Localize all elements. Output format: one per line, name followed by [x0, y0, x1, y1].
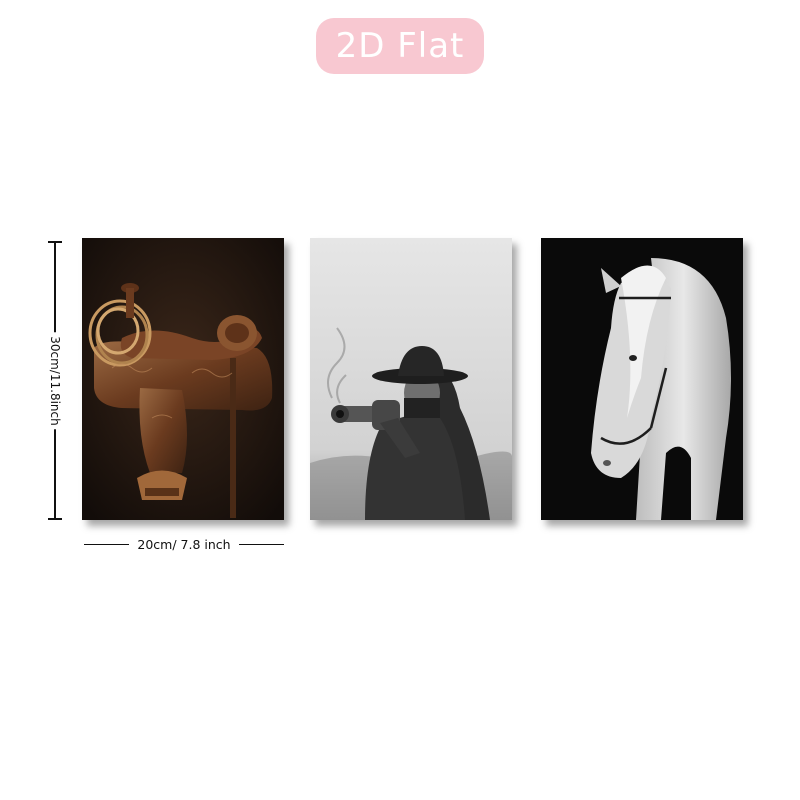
panel-saddle — [82, 238, 284, 520]
width-dimension-line-right — [238, 543, 284, 545]
height-dimension-label: 30cm/11.8inch — [48, 332, 62, 430]
height-dimension-cap-bottom — [48, 518, 62, 520]
style-badge: 2D Flat — [316, 18, 484, 74]
cowgirl-illustration — [310, 238, 512, 520]
saddle-illustration — [82, 238, 284, 520]
style-badge-label: 2D Flat — [335, 26, 465, 66]
panel-cowgirl — [310, 238, 512, 520]
width-dimension-label: 20cm/ 7.8 inch — [137, 536, 231, 552]
horse-illustration — [541, 238, 743, 520]
product-image: 2D Flat 30cm/11.8inch 20cm/ 7.8 inch — [0, 0, 800, 800]
panel-horse — [541, 238, 743, 520]
width-dimension: 20cm/ 7.8 inch — [84, 536, 284, 552]
width-dimension-line-left — [84, 543, 130, 545]
